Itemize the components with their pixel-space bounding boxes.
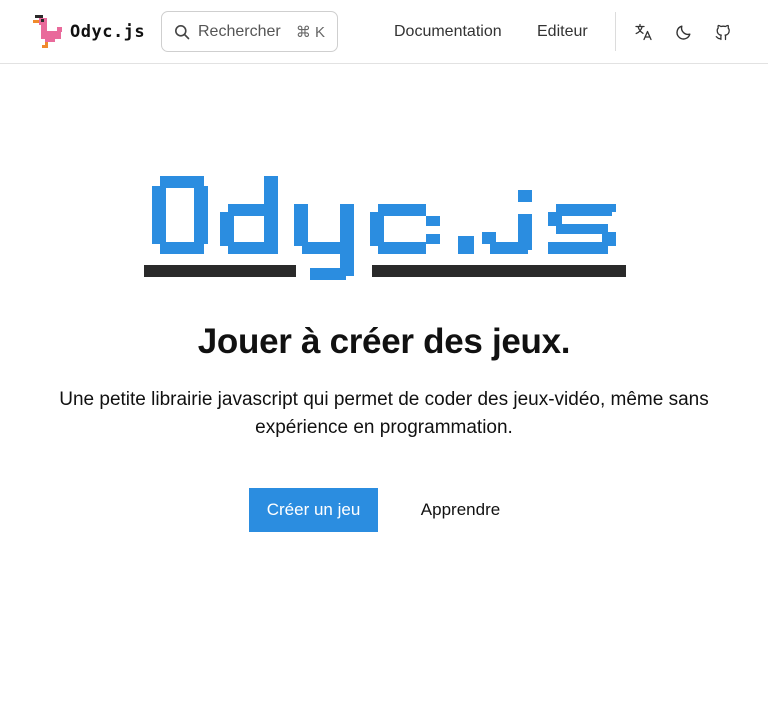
github-link-button[interactable] [711,20,735,44]
create-game-button[interactable]: Créer un jeu [249,488,378,532]
github-icon [715,24,730,41]
brand-home-link[interactable]: Odyc.js [30,14,145,50]
nav-link-editor[interactable]: Editeur [537,20,588,44]
moon-icon [676,25,691,40]
search-shortcut-hint: ⌘ K [295,23,325,41]
search-placeholder: Rechercher [198,22,281,40]
search-button[interactable]: Rechercher ⌘ K [161,11,338,52]
site-header: Odyc.js Rechercher ⌘ K Documentation Edi… [0,0,768,64]
brand-name: Odyc.js [70,22,146,42]
theme-toggle-button[interactable] [672,20,696,44]
header-divider [615,12,616,51]
odyc-logo-image [144,176,626,280]
hero-title: Jouer à créer des jeux. [197,322,571,361]
search-icon [175,24,190,39]
nav-link-documentation[interactable]: Documentation [394,20,502,44]
learn-button[interactable]: Apprendre [404,488,517,532]
hero-description: Une petite librairie javascript qui perm… [59,389,709,438]
translate-icon [635,23,652,41]
language-switch-button[interactable] [632,20,656,44]
duck-logo-icon [33,15,62,48]
